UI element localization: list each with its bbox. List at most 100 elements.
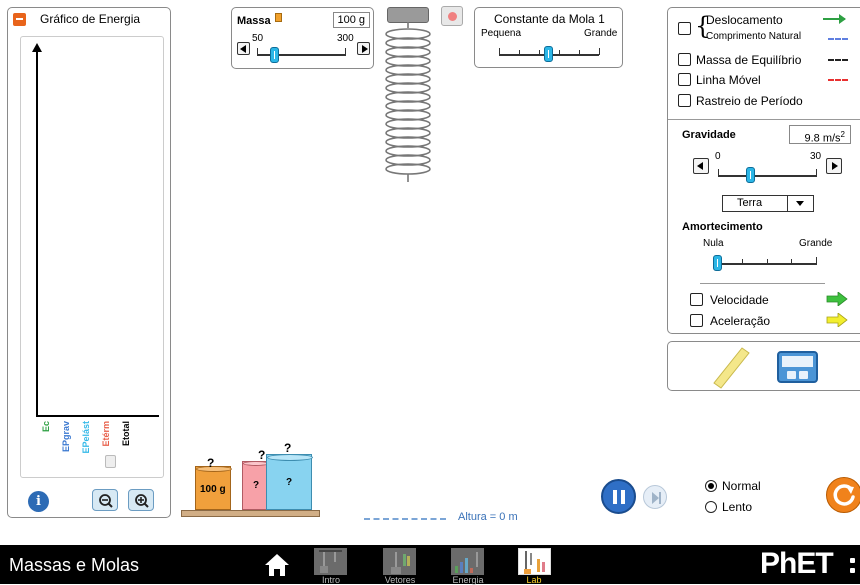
equilibrium-label: Massa de Equilíbrio [696, 53, 802, 67]
reset-thermal-icon[interactable] [105, 455, 116, 468]
gravity-decrease-button[interactable] [693, 158, 709, 174]
energy-graph-title: Gráfico de Energia [40, 12, 141, 26]
mass-label: Massa [237, 15, 271, 27]
speed-slow-radio[interactable] [705, 501, 717, 513]
gravity-slider-thumb[interactable] [745, 167, 755, 183]
phet-menu-icon[interactable] [850, 558, 855, 563]
energy-x-axis [36, 415, 159, 417]
speed-slow-label: Lento [722, 500, 753, 514]
tab-intro[interactable] [314, 548, 347, 575]
energy-label-kinetic: Ec [41, 421, 51, 433]
phet-logo[interactable]: PhET [760, 549, 860, 581]
ruler-icon[interactable] [712, 347, 752, 389]
options-divider [668, 119, 860, 120]
mass-slider-thumb[interactable] [269, 47, 279, 63]
mass-max-label: 300 [337, 33, 354, 44]
mass-icon [275, 13, 282, 22]
energy-y-axis [36, 49, 38, 416]
mass-increase-button[interactable] [357, 42, 370, 55]
mystery-mass-pink-label: ? [253, 480, 260, 491]
phet-menu-dot-2 [850, 568, 855, 573]
spring-hanger[interactable] [387, 7, 429, 23]
spring-constant-title: Constante da Mola 1 [494, 12, 605, 26]
mass-tick-min [257, 48, 258, 55]
mass-100g-label: 100 g [200, 484, 226, 495]
height-reference-line [364, 518, 446, 520]
gravity-value-box: 9.8 m/s2 [789, 125, 851, 145]
gravity-slider-track[interactable] [718, 175, 817, 177]
reset-all-button[interactable] [826, 477, 860, 513]
app-title: Massas e Molas [9, 555, 140, 575]
damping-tick-4 [816, 257, 817, 264]
pause-button[interactable] [601, 479, 636, 514]
mystery-mass-blue-label: ? [286, 477, 293, 488]
gravity-tick-max [816, 169, 817, 176]
damping-tick-3 [791, 259, 792, 264]
damping-tick-1 [742, 259, 743, 264]
damping-min-label: Nula [703, 238, 724, 249]
moving-line-checkbox[interactable] [678, 73, 691, 86]
acceleration-arrow-icon [826, 313, 848, 327]
gravity-label: Gravidade [682, 129, 736, 141]
acceleration-label: Aceleração [710, 314, 771, 328]
moving-line-swatch [828, 79, 848, 81]
energy-label-elastic: EPelást [81, 421, 91, 454]
planet-dropdown-arrow [787, 196, 788, 211]
velocity-checkbox[interactable] [690, 293, 703, 306]
mass-tick-max [345, 48, 346, 55]
damping-tick-2 [767, 259, 768, 264]
mystery-mass-blue[interactable]: ? [266, 454, 313, 510]
natural-length-label: Comprimento Natural [706, 31, 802, 42]
planet-selected-value: Terra [737, 197, 763, 209]
planet-select[interactable]: Terra [722, 195, 814, 212]
equilibrium-checkbox[interactable] [678, 53, 691, 66]
displacement-checkbox[interactable] [678, 22, 691, 35]
velocity-arrow-icon [826, 292, 848, 306]
mystery-mass-pink[interactable]: ? [242, 461, 269, 510]
mass-decrease-button[interactable] [237, 42, 250, 55]
timer-icon[interactable] [777, 351, 818, 383]
toolbox-panel [667, 341, 860, 391]
gravity-value: 9.8 m/s [804, 132, 841, 145]
options-panel: { Deslocamento Comprimento Natural Massa… [667, 7, 860, 334]
info-button[interactable]: i [28, 491, 49, 512]
period-trace-checkbox[interactable] [678, 94, 691, 107]
period-trace-label: Rastreio de Período [696, 94, 803, 108]
energy-y-axis-arrow [32, 43, 42, 52]
step-forward-button[interactable] [643, 485, 667, 509]
tab-lab[interactable] [518, 548, 551, 575]
home-icon[interactable] [264, 553, 290, 577]
mass-100g[interactable]: 100 g [195, 466, 232, 510]
collapse-button[interactable] [13, 13, 26, 26]
phet-logo-text: PhET [760, 549, 834, 580]
spring-tick-4 [579, 50, 580, 55]
gravity-tick-min [718, 169, 719, 176]
mass-min-label: 50 [252, 33, 264, 44]
height-label: Altura = 0 m [458, 511, 518, 523]
tab-energy[interactable] [451, 548, 484, 575]
vectors-divider [700, 283, 825, 284]
gravity-increase-button[interactable] [826, 158, 842, 174]
spring[interactable] [375, 22, 441, 190]
gravity-min-label: 0 [715, 151, 721, 162]
spring-min-label: Pequena [481, 28, 522, 39]
velocity-label: Velocidade [710, 293, 769, 307]
energy-graph-panel: Gráfico de Energia Ec EPgrav EPelást Eté… [7, 7, 171, 518]
spring-tick-1 [519, 50, 520, 55]
gravity-unit-exponent: 2 [840, 130, 845, 139]
speed-normal-radio[interactable] [705, 480, 717, 492]
navigation-bar: Massas e Molas Intro Vetores Energia Lab… [0, 545, 860, 585]
damping-slider-thumb[interactable] [713, 255, 722, 271]
zoom-in-button[interactable] [128, 489, 154, 511]
spring-tick-0 [499, 48, 500, 55]
damping-label: Amortecimento [682, 221, 763, 233]
mass-100g-hook: ? [207, 456, 215, 470]
gravity-max-label: 30 [810, 151, 822, 162]
acceleration-checkbox[interactable] [690, 314, 703, 327]
speed-normal-label: Normal [722, 479, 761, 493]
zoom-out-button[interactable] [92, 489, 118, 511]
energy-label-thermal: Etérm [101, 421, 111, 447]
tab-vectors[interactable] [383, 548, 416, 575]
spring-slider-thumb[interactable] [544, 46, 553, 62]
stop-button[interactable] [441, 6, 463, 26]
